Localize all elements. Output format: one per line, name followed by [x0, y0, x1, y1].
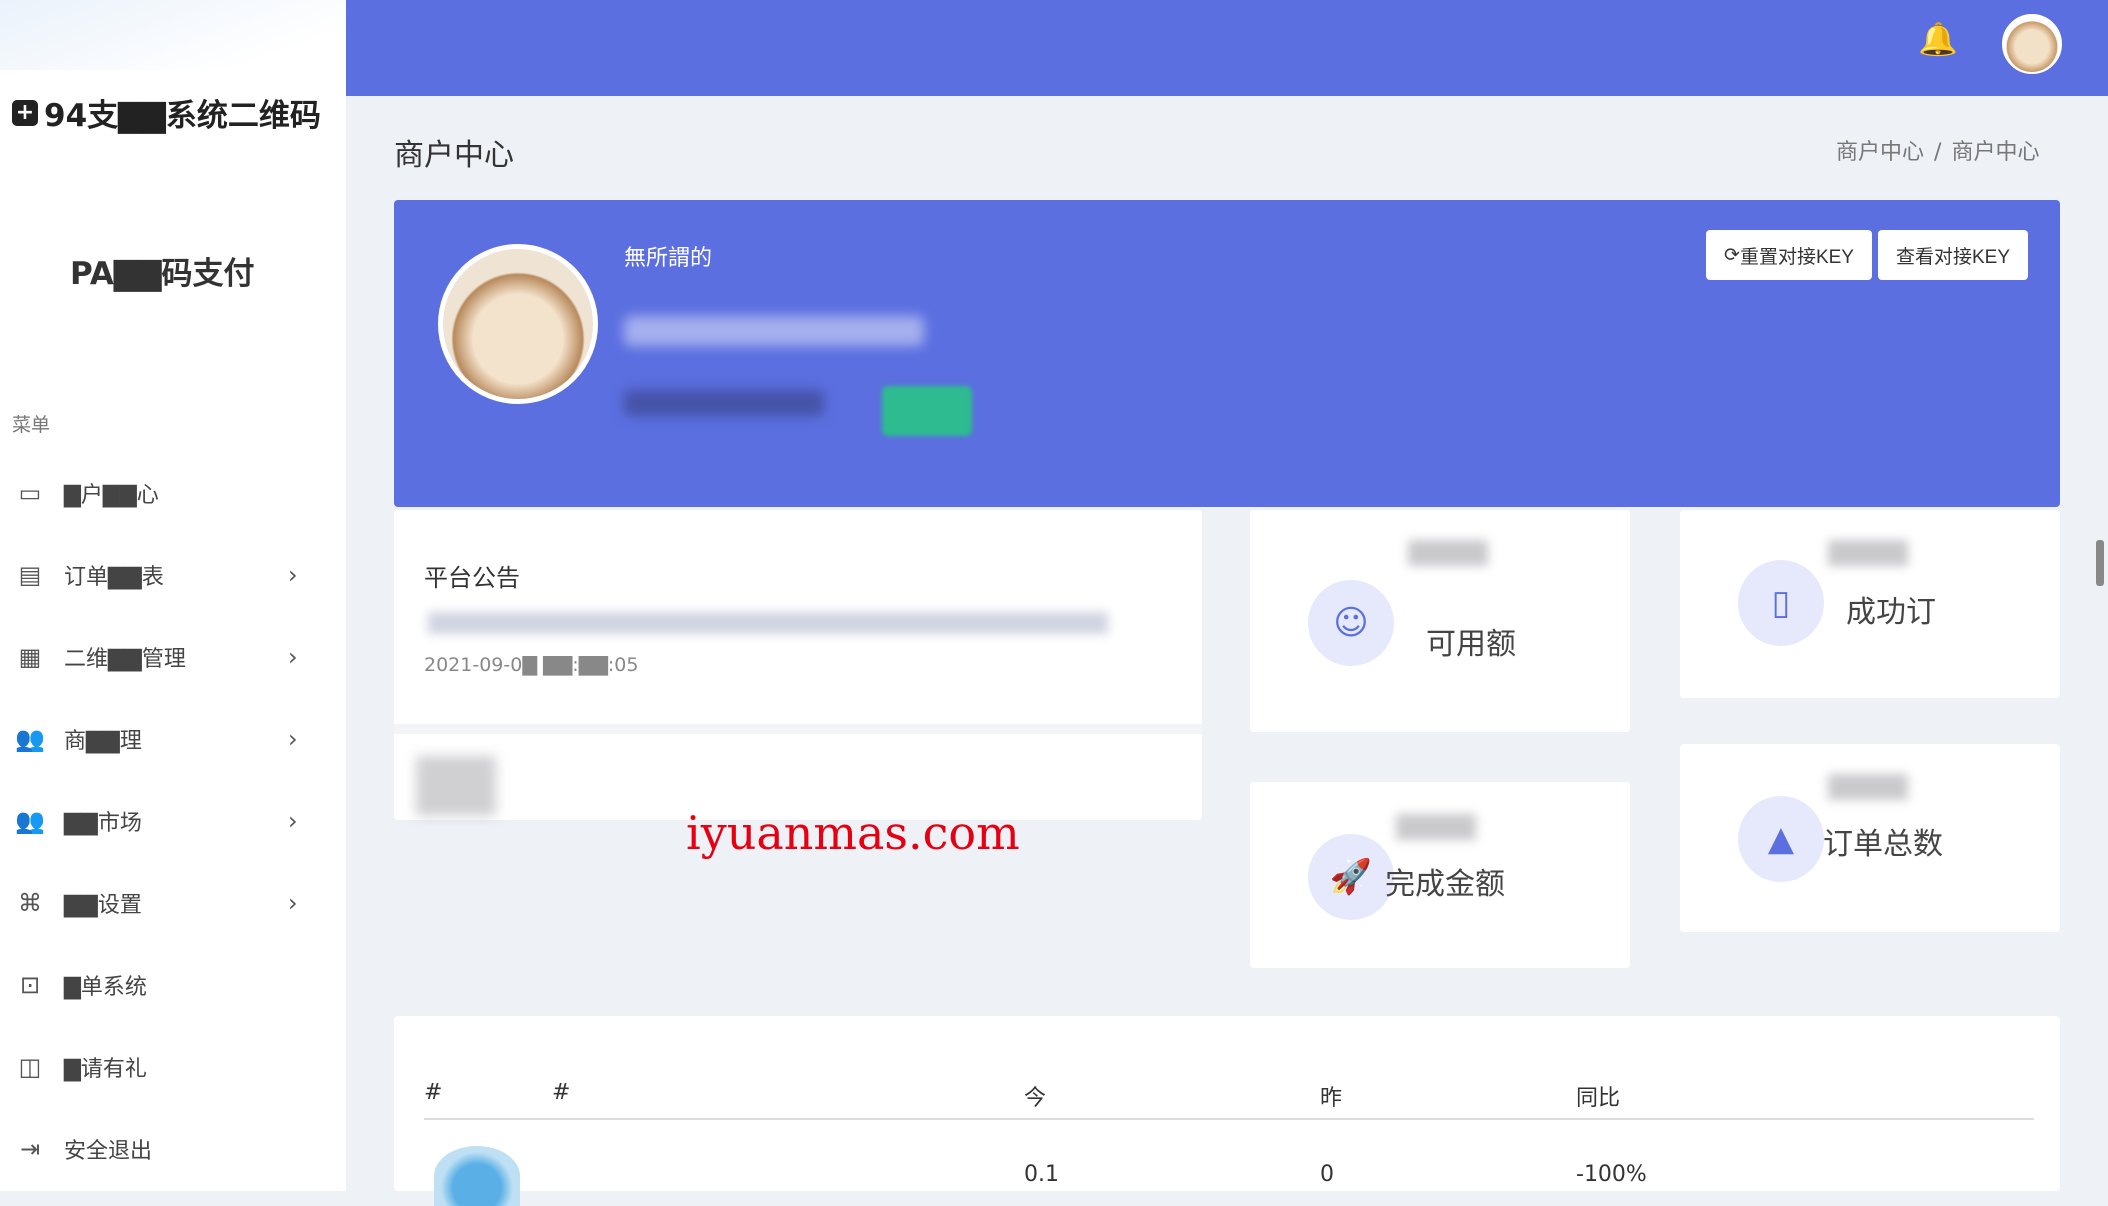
sidebar-item-label: 商▇▇理 — [64, 729, 142, 754]
cell-yesterday: 0 — [1320, 1162, 1334, 1187]
user-icon: ☺ — [1308, 580, 1394, 666]
doc-icon: ▯ — [1738, 560, 1824, 646]
stat-label: 订单总数 — [1823, 827, 1943, 862]
profile-avatar — [438, 244, 598, 404]
stat-value — [1396, 814, 1476, 840]
cell-today: 0.1 — [1024, 1162, 1059, 1187]
sidebar-item-merchant-manage[interactable]: 👥 商▇▇理 › — [0, 704, 346, 774]
stat-label: 可用额 — [1426, 627, 1516, 662]
divider — [394, 724, 1202, 734]
sidebar-item-label: ▇单系统 — [64, 975, 147, 1000]
chevron-right-icon: › — [288, 725, 298, 753]
gift-icon: ◫ — [18, 1053, 42, 1081]
view-key-button[interactable]: 查看对接KEY — [1878, 230, 2028, 280]
refresh-icon: ⟳ — [1724, 244, 1740, 266]
sidebar-item-market[interactable]: 👥 ▇▇市场 › — [0, 786, 346, 856]
channel-logo — [434, 1146, 520, 1206]
breadcrumb-current: 商户中心 — [1951, 140, 2040, 165]
stat-card-total-orders: ▲ 订单总数 — [1680, 744, 2060, 932]
profile-username: 無所謂的 — [624, 246, 713, 271]
stat-value — [1828, 774, 1908, 800]
notice-link[interactable] — [428, 612, 1108, 634]
page-title: 商户中心 — [394, 138, 514, 173]
order-icon: ▤ — [18, 561, 42, 589]
breadcrumb-link[interactable]: 商户中心 — [1836, 140, 1924, 165]
breadcrumb-separator: / — [1934, 140, 1942, 165]
menu-title: 菜单 — [12, 414, 51, 436]
notice-card: 平台公告 2021-09-0▇ ▇▇:▇▇:05 — [394, 510, 1202, 820]
chevron-right-icon: › — [288, 643, 298, 671]
reset-key-button[interactable]: ⟳ 重置对接KEY — [1706, 230, 1872, 280]
cell-compare: -100% — [1576, 1162, 1647, 1187]
column-header: 今 — [1024, 1086, 1047, 1111]
chevron-right-icon: › — [288, 889, 298, 917]
stat-value — [1408, 540, 1488, 566]
monitor-icon: ▭ — [18, 479, 42, 507]
sidebar-item-label: 二维▇▇管理 — [64, 647, 186, 672]
stat-card-success-orders: ▯ 成功订 — [1680, 510, 2060, 698]
breadcrumb: 商户中心 / 商户中心 — [1836, 134, 2039, 166]
redacted-info — [416, 756, 496, 816]
stats-table-card: # # 今 昨 同比 0.1 0 -100% — [394, 1016, 2060, 1206]
sidebar-item-invite[interactable]: ◫ ▇请有礼 — [0, 1032, 346, 1102]
stat-label: 完成金额 — [1385, 867, 1505, 902]
plus-square-icon: + — [12, 99, 38, 126]
sidebar-item-label: ▇▇市场 — [64, 811, 142, 836]
column-header: 昨 — [1320, 1086, 1343, 1111]
stat-value — [1828, 540, 1908, 566]
profile-card: 無所謂的 ⟳ 重置对接KEY 查看对接KEY — [394, 200, 2060, 507]
command-icon: ⌘ — [18, 889, 42, 917]
sidebar-item-settings[interactable]: ⌘ ▇▇设置 › — [0, 868, 346, 938]
status-badge — [882, 386, 972, 436]
column-header: # — [424, 1080, 443, 1105]
redacted-info — [624, 390, 824, 416]
sidebar: + 94支▇▇系统二维码 PA▇▇码支付 菜单 ▭ ▇户▇▇心 ▤ 订单▇▇表 … — [0, 0, 346, 1191]
table-row[interactable]: 0.1 0 -100% — [424, 1136, 2034, 1206]
sidebar-item-qrcode[interactable]: ▦ 二维▇▇管理 › — [0, 622, 346, 692]
redacted-info — [624, 316, 924, 346]
chevron-right-icon: › — [288, 561, 298, 589]
stat-card-available-balance: ☺ 可用额 — [1250, 510, 1630, 732]
sidebar-item-merchant-center[interactable]: ▭ ▇户▇▇心 — [0, 458, 346, 528]
column-header: # — [552, 1080, 571, 1105]
column-header: 同比 — [1576, 1086, 1621, 1111]
stat-card-completed-amount: 🚀 完成金额 — [1250, 782, 1630, 968]
users-icon: 👥 — [15, 725, 45, 753]
brand-text: 94支▇▇系统二维码 — [44, 98, 321, 134]
ticket-icon: ⊡ — [19, 971, 41, 999]
chevron-right-icon: › — [288, 807, 298, 835]
bell-icon[interactable]: 🔔 — [1918, 20, 1958, 60]
brand-subtitle: PA▇▇码支付 — [70, 256, 255, 292]
brand-logo[interactable]: + 94支▇▇系统二维码 — [12, 90, 321, 135]
sidebar-decoration — [0, 0, 346, 70]
sidebar-item-ticket-system[interactable]: ⊡ ▇单系统 — [0, 950, 346, 1020]
table-header: # # 今 昨 同比 — [424, 1070, 2034, 1120]
sidebar-item-label: 安全退出 — [64, 1139, 153, 1164]
reset-key-label: 重置对接KEY — [1739, 246, 1854, 268]
sidebar-item-label: 订单▇▇表 — [64, 565, 164, 590]
logout-icon: ⇥ — [19, 1135, 41, 1163]
sidebar-item-label: ▇▇设置 — [64, 893, 142, 918]
market-icon: 👥 — [15, 807, 45, 835]
sidebar-item-label: ▇请有礼 — [64, 1057, 147, 1082]
sidebar-item-label: ▇户▇▇心 — [64, 483, 159, 508]
sidebar-item-orders[interactable]: ▤ 订单▇▇表 › — [0, 540, 346, 610]
scrollbar[interactable] — [2096, 540, 2104, 586]
watermark-text: iyuanmas.com — [686, 806, 1020, 860]
sidebar-item-logout[interactable]: ⇥ 安全退出 — [0, 1114, 346, 1184]
user-avatar[interactable] — [2002, 14, 2062, 74]
qrcode-icon: ▦ — [18, 643, 42, 671]
top-bar — [346, 0, 2108, 96]
stat-label: 成功订 — [1846, 595, 1936, 630]
notice-title: 平台公告 — [424, 564, 520, 592]
notice-date: 2021-09-0▇ ▇▇:▇▇:05 — [424, 654, 639, 676]
